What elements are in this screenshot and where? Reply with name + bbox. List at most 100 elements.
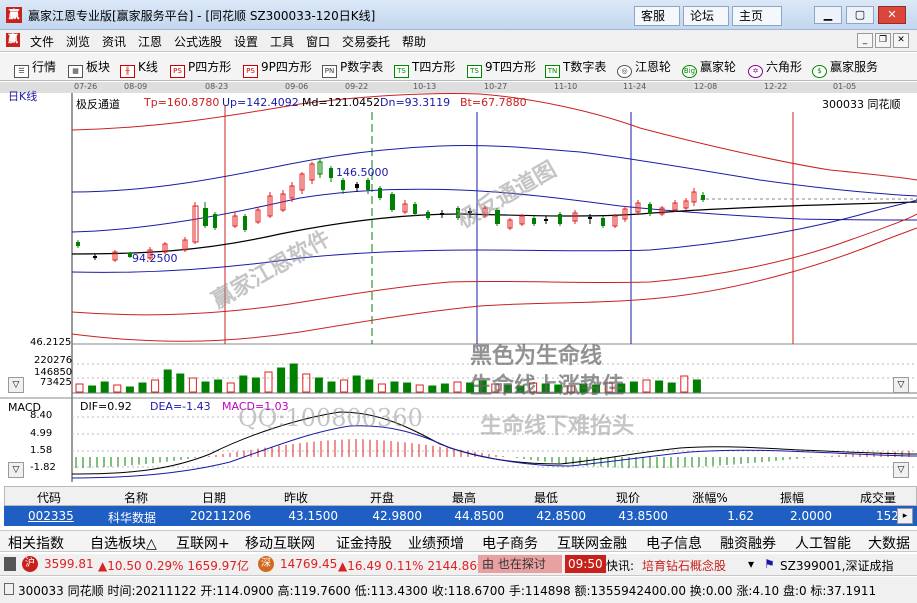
volume-bar [201, 381, 210, 393]
mdi-close-icon[interactable]: ✕ [893, 33, 909, 48]
minimize-icon[interactable]: ▁ [814, 6, 842, 24]
hexagon-icon: ✡ [748, 65, 763, 78]
index-status-bar: 沪 3599.81 ▲10.50 0.29% 1659.97亿 深 14769.… [0, 554, 917, 576]
sector-tab[interactable]: 自选板块△ [90, 533, 157, 553]
col-high[interactable]: 最高 [429, 489, 499, 506]
col-code[interactable]: 代码 [9, 489, 89, 506]
toolbar-t-table[interactable]: TN T数字表 [545, 58, 606, 78]
menu-trade[interactable]: 交易委托 [342, 33, 390, 50]
toolbar-winner-wheel[interactable]: Big 赢家轮 [682, 58, 736, 78]
menu-browse[interactable]: 浏览 [66, 33, 90, 50]
collapse-triangle-icon[interactable]: ▽ [8, 377, 24, 393]
shenzhen-index[interactable]: 14769.45 [280, 557, 337, 571]
menu-file[interactable]: 文件 [30, 33, 54, 50]
shanghai-index[interactable]: 3599.81 [44, 557, 94, 571]
index-selector[interactable]: SZ399001,深证成指 [780, 557, 893, 574]
maximize-icon[interactable]: ▢ [846, 6, 874, 24]
sector-tab[interactable]: 人工智能 [795, 533, 851, 553]
mdi-minimize-icon[interactable]: _ [857, 33, 873, 48]
table-row[interactable]: 002335 科华数据 20211206 43.1500 42.9800 44.… [4, 506, 917, 526]
toolbar-p-square[interactable]: PS P四方形 [170, 58, 231, 78]
cell-change-pct: 1.62 [727, 509, 754, 523]
sector-tab[interactable]: 互联网金融 [557, 533, 627, 553]
sector-tab[interactable]: 移动互联网 [245, 533, 315, 553]
toolbar-hexagon[interactable]: ✡ 六角形 [748, 58, 802, 78]
toolbar-t-square[interactable]: TS T四方形 [394, 58, 455, 78]
col-price[interactable]: 现价 [593, 489, 663, 506]
volume-bar [340, 379, 349, 393]
cell-code[interactable]: 002335 [28, 509, 74, 523]
col-open[interactable]: 开盘 [347, 489, 417, 506]
volume-bar [302, 373, 311, 393]
customer-service-button[interactable]: 客服 [634, 6, 680, 26]
col-volume[interactable]: 成交量 [839, 489, 917, 506]
kline-chart-panel[interactable]: 07-26 08-09 08-23 09-06 09-22 10-13 10-2… [0, 82, 917, 483]
sector-tab[interactable]: 相关指数 [8, 533, 64, 553]
volume-bar [163, 369, 172, 393]
toolbar-gann-wheel[interactable]: ◎ 江恩轮 [617, 58, 671, 78]
chevron-down-icon[interactable]: ▾ [748, 557, 754, 571]
mdi-restore-icon[interactable]: ❐ [875, 33, 891, 48]
menu-window[interactable]: 窗口 [306, 33, 330, 50]
menu-tools[interactable]: 工具 [270, 33, 294, 50]
news-ticker[interactable]: 由 也在探讨 [478, 555, 562, 573]
toolbar-9t-square[interactable]: TS 9T四方形 [467, 58, 536, 78]
homepage-button[interactable]: 主页 [732, 6, 782, 26]
sector-tab[interactable]: 大数据 [868, 533, 910, 553]
volume-bar [680, 375, 689, 393]
toolbar-p-table[interactable]: PN P数字表 [322, 58, 383, 78]
macd-histogram [75, 439, 910, 469]
col-name[interactable]: 名称 [93, 489, 179, 506]
menu-bar: 赢 文件 浏览 资讯 江恩 公式选股 设置 工具 窗口 交易委托 帮助 _ ❐ … [0, 30, 917, 52]
menu-settings[interactable]: 设置 [234, 33, 258, 50]
volume-bar [377, 383, 386, 393]
sector-tab[interactable]: 业绩预增 [408, 533, 464, 553]
window-title: 赢家江恩专业版[赢家服务平台] - [同花顺 SZ300033-120日K线] [28, 9, 376, 23]
indicator-up: Up=142.4092 [222, 96, 299, 109]
toolbar-sector[interactable]: ▦ 板块 [68, 58, 110, 78]
toolbar-quote[interactable]: ☰ 行情 [14, 58, 56, 78]
sector-tab[interactable]: 互联网+ [176, 533, 230, 553]
grid-icon [4, 557, 16, 571]
volume-bar [289, 363, 298, 393]
macd-axis-tick: -1.82 [30, 462, 56, 473]
forum-button[interactable]: 论坛 [683, 6, 729, 26]
close-icon[interactable]: ✕ [878, 6, 906, 24]
collapse-triangle-icon[interactable]: ▽ [893, 462, 909, 478]
collapse-triangle-icon[interactable]: ▽ [8, 462, 24, 478]
scroll-right-icon[interactable]: ▸ [897, 508, 913, 524]
macd-dif: DIF=0.92 [80, 400, 132, 413]
collapse-triangle-icon[interactable]: ▽ [893, 377, 909, 393]
title-bar: 赢 赢家江恩专业版[赢家服务平台] - [同花顺 SZ300033-120日K线… [0, 0, 917, 30]
gann-wheel-icon: ◎ [617, 65, 632, 78]
sector-icon: ▦ [68, 65, 83, 78]
col-date[interactable]: 日期 [181, 489, 247, 506]
sector-tab[interactable]: 证金持股 [336, 533, 392, 553]
col-prev-close[interactable]: 昨收 [261, 489, 331, 506]
volume-bar [629, 381, 638, 393]
sector-tab[interactable]: 电子信息 [646, 533, 702, 553]
cell-volume: 152 [876, 509, 899, 523]
volume-bar [403, 382, 412, 393]
watermark-text: 生命线上涨势佳 [470, 373, 625, 399]
col-amplitude[interactable]: 振幅 [757, 489, 827, 506]
menu-gann[interactable]: 江恩 [138, 33, 162, 50]
menu-news[interactable]: 资讯 [102, 33, 126, 50]
col-low[interactable]: 最低 [511, 489, 581, 506]
quote-table-header: 代码 名称 日期 昨收 开盘 最高 最低 现价 涨幅% 振幅 成交量 [4, 486, 917, 506]
menu-help[interactable]: 帮助 [402, 33, 426, 50]
sector-tab[interactable]: 融资融券 [720, 533, 776, 553]
col-change-pct[interactable]: 涨幅% [675, 489, 745, 506]
toolbar-kline[interactable]: ╫ K线 [120, 58, 158, 78]
volume-bar [176, 373, 185, 393]
sector-tab[interactable]: 电子商务 [482, 533, 538, 553]
cell-price: 43.8500 [618, 509, 668, 523]
sector-tabs: 相关指数 自选板块△ 互联网+ 移动互联网 证金持股 业绩预增 电子商务 互联网… [0, 530, 917, 552]
toolbar-9p-square[interactable]: PS 9P四方形 [243, 58, 312, 78]
flash-text[interactable]: 培育钻石概念股 [642, 557, 726, 574]
volume-bar [138, 382, 147, 393]
toolbar-winner-service[interactable]: $ 赢家服务 [812, 58, 878, 78]
menu-formula-screen[interactable]: 公式选股 [174, 33, 222, 50]
volume-bar [692, 379, 701, 393]
indicator-tp: Tp=160.8780 [144, 96, 220, 109]
